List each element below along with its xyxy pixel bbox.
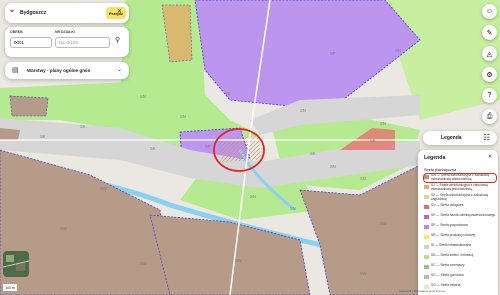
legend-item: SW — Strefa wielofunkcyjna z zabudową mi… — [423, 173, 497, 183]
zone-label: SN — [250, 194, 256, 199]
zone-label: SN — [395, 48, 401, 53]
chevron-down-icon: ⌄ — [117, 67, 123, 73]
go-button[interactable]: Przejdź — [106, 7, 126, 19]
legend-swatch — [424, 284, 429, 289]
zone-label: SP — [205, 144, 211, 149]
legend-swatch — [424, 274, 429, 279]
legend-item-label: SG — Strefa górnictwa — [431, 273, 464, 277]
layers-icon: ▤ — [12, 67, 19, 74]
legend-item-label: SI — Strefa infrastrukturalna — [431, 243, 472, 247]
help-icon[interactable]: ? — [482, 88, 497, 103]
legend-item-label: SP — Strefa gospodarcza — [431, 223, 468, 227]
search-bar[interactable]: ⌖ Bydgoszcz Przejdź ✕ — [5, 3, 129, 23]
legend-panel: Legenda ✕ Strefa planistyczna SW — Stref… — [418, 150, 498, 295]
measure-icon[interactable]: ✎ — [482, 25, 497, 40]
legend-icon: ☷ — [483, 133, 491, 142]
legend-item: SR — Strefa produkcji rolniczej — [424, 233, 496, 239]
district-field[interactable]: 0001 — [10, 37, 52, 48]
location-pin-icon: ⌖ — [10, 8, 14, 15]
minimap[interactable] — [3, 251, 29, 277]
close-icon[interactable]: ✕ — [488, 154, 492, 160]
legend-swatch — [424, 264, 429, 269]
legend-item-label: SJ — Strefa wielofunkcyjna z zabudową mi… — [431, 183, 488, 191]
legend-item: SZ — Strefa wielofunkcyjna z zabudową za… — [424, 193, 496, 202]
legend-title: Legenda — [424, 155, 446, 161]
zone-label: SK — [370, 138, 376, 143]
zone-label: SK — [80, 124, 86, 129]
zone-label: SW — [235, 258, 242, 263]
legend-item: SG — Strefa górnictwa — [424, 273, 496, 279]
zone-label: SN — [300, 108, 306, 113]
plot-field[interactable]: np. 0/129 — [55, 37, 110, 48]
zone-label: SN — [180, 114, 186, 119]
zone-label: SW — [140, 261, 147, 266]
legend-item-label: SO — Strefa otwarta — [431, 283, 461, 287]
attribution: Geoportal / Planowanie przestrzenne — [399, 289, 446, 293]
zone-label: SW — [60, 226, 67, 231]
zone-label: SN — [140, 94, 146, 99]
search-input[interactable]: Bydgoszcz — [20, 10, 46, 16]
layer-select[interactable]: ▤ Warstwy - plany ogólne gmin ⌄ — [5, 62, 129, 79]
residential-zone — [9, 95, 49, 117]
zone-label: SK — [40, 134, 46, 139]
zone-label: SN — [290, 206, 296, 211]
plot-label: NR DZIAŁKI — [55, 30, 75, 34]
legend-item: SC — Strefa cmentarzy — [424, 263, 496, 269]
legend-item-label: SU — Strefa usługowa — [431, 203, 464, 207]
residential-zone — [0, 128, 20, 140]
legend-swatch — [424, 184, 429, 189]
legend-item: SP — Strefa gospodarcza — [424, 223, 496, 229]
legend-swatch — [424, 204, 429, 209]
legend-item-label: SZ — Strefa wielofunkcyjna z zabudową za… — [431, 193, 489, 201]
legend-item-label: SW — Strefa wielofunkcyjna z zabudową mi… — [431, 173, 490, 181]
legend-swatch — [424, 254, 429, 259]
legend-item: SI — Strefa infrastrukturalna — [424, 243, 496, 249]
legend-item-label: SC — Strefa cmentarzy — [431, 263, 465, 267]
legend-swatch — [424, 194, 429, 199]
zone-label: SW — [360, 271, 367, 276]
zone-label: SK — [150, 146, 156, 151]
scale-bar: 100 m — [3, 284, 17, 291]
legend-item-label: SH — Strefa handlu wielkopowierzchnioweg… — [431, 213, 496, 217]
legend-item: SU — Strefa usługowa — [424, 203, 496, 209]
parcel-search-panel: OBRĘB NR DZIAŁKI 0001 np. 0/129 ⚲ — [5, 27, 129, 57]
legend-item: SO — Strefa otwarta — [424, 283, 496, 289]
zone-label: SK — [310, 151, 316, 156]
legend-swatch — [424, 214, 429, 219]
zone-label: SW — [380, 221, 387, 226]
search-icon[interactable]: ⚲ — [115, 36, 120, 44]
legend-swatch — [424, 174, 429, 179]
user-icon[interactable]: ☺ — [482, 4, 497, 19]
legend-button[interactable]: Legenda ☷ — [423, 131, 497, 145]
layer-select-label: Warstwy - plany ogólne gmin — [27, 68, 91, 73]
zone-label: SN — [380, 121, 386, 126]
legend-item: SN — Strefa zieleni i rekreacji — [424, 253, 496, 259]
zone-label: SK — [225, 91, 231, 96]
print-icon[interactable]: ⎙ — [482, 109, 497, 124]
close-icon[interactable]: ✕ — [117, 8, 122, 15]
zone-label: SN — [330, 164, 336, 169]
legend-item: SJ — Strefa wielofunkcyjna z zabudową mi… — [424, 183, 496, 192]
legend-swatch — [424, 234, 429, 239]
legend-item-label: SN — Strefa zieleni i rekreacji — [431, 253, 474, 257]
legend-section-title: Strefa planistyczna — [424, 168, 457, 172]
zone-label: SP — [330, 51, 336, 56]
legend-button-label: Legenda — [441, 135, 462, 141]
zone-label: SO — [360, 176, 367, 181]
legend-swatch — [424, 224, 429, 229]
district-label: OBRĘB — [10, 30, 23, 34]
legend-item-label: SR — Strefa produkcji rolniczej — [431, 233, 476, 237]
legend-item: SH — Strefa handlu wielkopowierzchnioweg… — [424, 213, 496, 219]
settings-icon[interactable]: ⚙ — [482, 67, 497, 82]
compass-icon[interactable]: ◬ — [482, 46, 497, 61]
legend-swatch — [424, 244, 429, 249]
zone-label: SW — [100, 186, 107, 191]
